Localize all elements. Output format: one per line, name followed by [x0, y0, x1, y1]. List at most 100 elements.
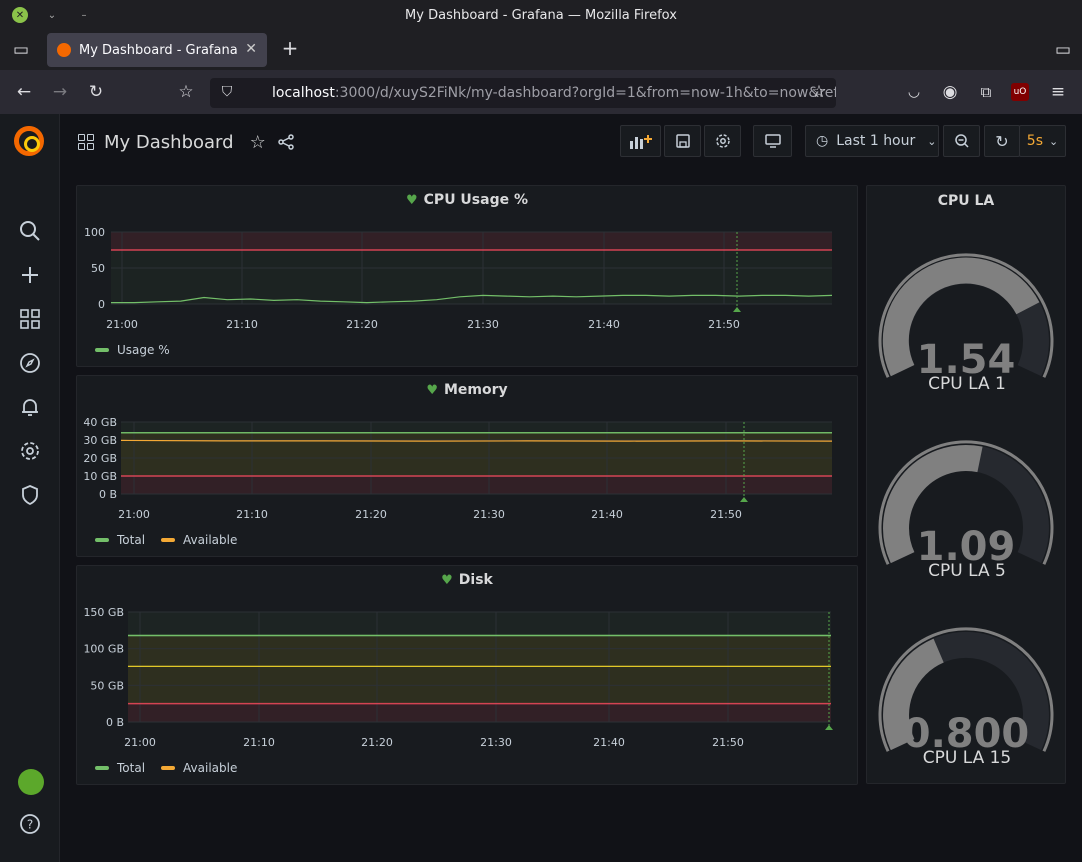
side-menu: ? — [0, 114, 60, 862]
health-heart-icon: ♥ — [426, 383, 438, 398]
x-tick-label: 21:50 — [708, 318, 740, 331]
series-line-available — [120, 439, 833, 442]
favorite-star-icon[interactable]: ☆ — [250, 132, 266, 153]
new-tab-button[interactable]: + — [279, 38, 301, 58]
zoom-out-button[interactable] — [943, 125, 980, 157]
y-tick-label: 10 GB — [83, 470, 117, 483]
extensions-icon[interactable]: ⧉ — [975, 82, 997, 102]
x-tick-label: 21:10 — [236, 508, 268, 521]
memory-panel[interactable]: ♥ Memory 40 GB 30 GB 20 GB 10 GB 0 B 21:00 21:1… — [76, 375, 858, 557]
browser-tab[interactable]: My Dashboard - Grafana ✕ — [47, 33, 267, 67]
ublock-icon[interactable]: uO — [1011, 83, 1029, 101]
threshold-band — [128, 703, 831, 722]
grafana-logo-icon[interactable] — [14, 126, 44, 156]
legend-item-total[interactable]: Total — [95, 761, 145, 775]
alerting-bell-icon[interactable] — [16, 393, 44, 421]
x-tick-label: 21:40 — [593, 736, 625, 749]
save-icon — [675, 134, 690, 148]
legend-item-available[interactable]: Available — [161, 533, 237, 547]
grafana-favicon-icon — [57, 43, 71, 57]
x-tick-label: 21:00 — [118, 508, 150, 521]
tab-close-icon[interactable]: ✕ — [245, 41, 257, 57]
y-tick-label: 0 B — [106, 716, 124, 729]
window-maximize-button[interactable]: – — [76, 7, 92, 23]
y-tick-label: 40 GB — [83, 416, 117, 429]
tab-overview-icon[interactable]: ▭ — [10, 40, 32, 60]
cpu-la-panel[interactable]: CPU LA 1.54 1.09 0.800 CPU LA 1 CPU LA 5 C… — [866, 185, 1066, 784]
memory-chart[interactable]: 40 GB 30 GB 20 GB 10 GB 0 B21:00 21:10 21:20 21… — [77, 406, 857, 546]
add-panel-icon — [629, 135, 652, 149]
x-tick-label: 21:30 — [473, 508, 505, 521]
refresh-interval-picker[interactable]: 5s ⌄ — [1019, 125, 1066, 157]
y-tick-label: 50 — [91, 262, 105, 275]
create-plus-icon[interactable] — [16, 261, 44, 289]
y-tick-label: 100 GB — [83, 643, 124, 656]
cpu-legend: Usage % — [95, 343, 186, 357]
window-close-button[interactable]: ✕ — [12, 7, 28, 23]
refresh-interval-label: 5s — [1026, 133, 1043, 149]
y-tick-label: 0 B — [99, 488, 117, 501]
forward-button[interactable]: → — [49, 82, 71, 102]
bookmark-import-icon[interactable]: ☆ — [175, 82, 197, 102]
threshold-band — [121, 422, 832, 433]
disk-chart[interactable]: 150 GB 100 GB 50 GB 0 B21:00 21:10 21:20 21:30… — [77, 596, 857, 766]
legend-swatch — [95, 538, 109, 542]
window-title: My Dashboard - Grafana — Mozilla Firefox — [405, 7, 677, 23]
refresh-button[interactable]: ↻ — [984, 125, 1020, 157]
legend-item-total[interactable]: Total — [95, 533, 145, 547]
cpu-panel-title[interactable]: ♥ CPU Usage % — [77, 192, 857, 208]
search-icon[interactable] — [16, 217, 44, 245]
disk-legend: Total Available — [95, 761, 253, 775]
add-panel-button[interactable] — [620, 125, 661, 157]
y-tick-label: 0 — [98, 298, 105, 311]
legend-item-usage[interactable]: Usage % — [95, 343, 170, 357]
threshold-band — [121, 432, 832, 476]
cpu-usage-panel[interactable]: ♥ CPU Usage % 100 50 0 21:00 21:10 21:20 21:30 2… — [76, 185, 858, 367]
back-button[interactable]: ← — [13, 82, 35, 102]
disk-panel-title[interactable]: ♥ Disk — [77, 572, 857, 588]
share-icon[interactable] — [277, 134, 294, 150]
dashboard-title[interactable]: My Dashboard — [104, 132, 234, 153]
x-tick-label: 21:10 — [226, 318, 258, 331]
dashboards-icon[interactable] — [16, 305, 44, 333]
reload-button[interactable]: ↻ — [85, 82, 107, 102]
legend-item-available[interactable]: Available — [161, 761, 237, 775]
annotation-marker — [733, 307, 741, 312]
server-admin-shield-icon[interactable] — [16, 481, 44, 509]
x-tick-label: 21:40 — [588, 318, 620, 331]
window-minimize-button[interactable]: ⌄ — [44, 7, 60, 23]
pocket-icon[interactable]: ◡ — [903, 82, 925, 102]
refresh-icon: ↻ — [995, 131, 1009, 151]
explore-compass-icon[interactable] — [16, 349, 44, 377]
tab-bar: ▭ My Dashboard - Grafana ✕ + ▭ — [0, 30, 1082, 70]
user-avatar[interactable] — [18, 769, 44, 795]
legend-swatch — [161, 538, 176, 542]
x-tick-label: 21:30 — [480, 736, 512, 749]
tv-mode-button[interactable] — [753, 125, 792, 157]
cpu-usage-chart[interactable]: 100 50 021:00 21:10 21:20 21:30 21:40 21:50 — [77, 216, 857, 356]
legend-swatch — [95, 766, 109, 770]
chevron-down-icon: ⌄ — [927, 134, 937, 148]
monitor-icon — [764, 134, 781, 148]
clock-icon: ◷ — [816, 133, 829, 149]
url-bar[interactable]: localhost:3000/d/xuyS2FiNk/my-dashboard?… — [210, 78, 836, 108]
annotation-marker — [825, 725, 833, 730]
gauge-label-la1: CPU LA 1 — [928, 374, 1006, 394]
memory-panel-title[interactable]: ♥ Memory — [77, 382, 857, 398]
x-tick-label: 21:00 — [124, 736, 156, 749]
tab-list-icon[interactable]: ▭ — [1052, 40, 1074, 60]
configuration-gear-icon[interactable] — [16, 437, 44, 465]
menu-icon[interactable]: ≡ — [1047, 82, 1069, 102]
x-tick-label: 21:20 — [361, 736, 393, 749]
bookmark-star-icon[interactable]: ☆ — [808, 82, 830, 102]
time-range-picker[interactable]: ◷ Last 1 hour ⌄ — [805, 125, 939, 157]
dashboard-settings-button[interactable] — [704, 125, 741, 157]
x-tick-label: 21:40 — [591, 508, 623, 521]
url-host: localhost — [272, 85, 335, 101]
help-icon[interactable]: ? — [16, 810, 44, 838]
dashboard-grid-icon — [78, 134, 94, 150]
save-dashboard-button[interactable] — [664, 125, 701, 157]
shield-icon[interactable]: ⛉ — [216, 82, 238, 102]
account-icon[interactable]: ◉ — [939, 82, 961, 102]
disk-panel[interactable]: ♥ Disk 150 GB 100 GB 50 GB 0 B 21:00 21:10 21:2… — [76, 565, 858, 785]
